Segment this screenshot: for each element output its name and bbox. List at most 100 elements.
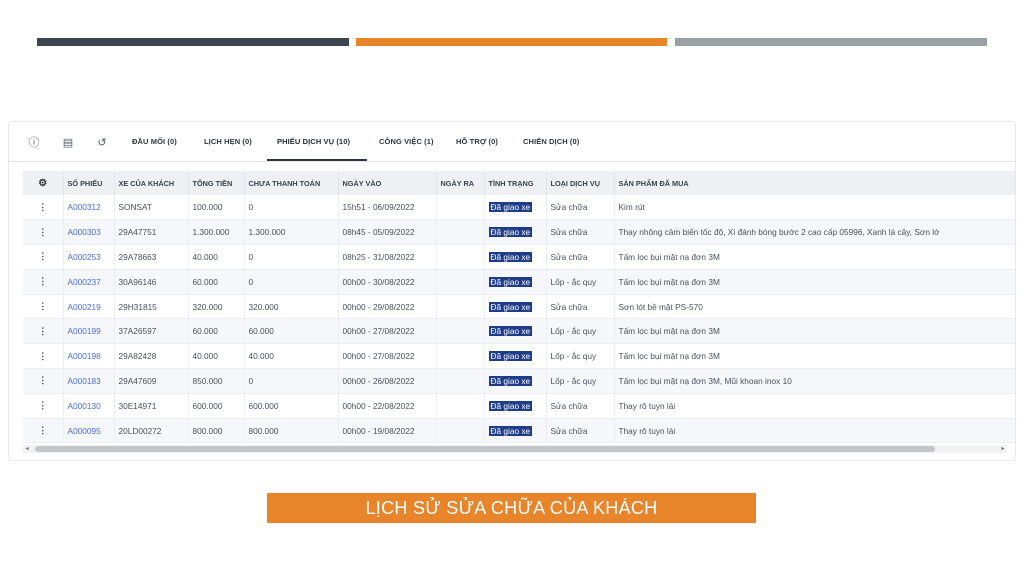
cell-service: Sửa chữa [546, 219, 615, 246]
cell-code[interactable]: A000303 [63, 219, 115, 246]
cell-status: Đã giao xe [484, 294, 547, 320]
cell-code[interactable]: A000312 [63, 195, 115, 221]
tab-dau-moi[interactable]: ĐẦU MỐI (0) [132, 137, 177, 146]
cell-date-in: 00h00 - 22/08/2022 [338, 393, 437, 419]
id-card-icon[interactable]: ▤ [61, 136, 75, 150]
table-row[interactable]: ⋮ A000199 37A26597 60.000 60.000 00h00 - 27/0… [23, 318, 1015, 345]
cell-total: 40.000 [188, 244, 245, 270]
cell-total: 1.300.000 [188, 219, 245, 246]
row-menu-icon[interactable]: ⋮ [23, 294, 64, 320]
cell-service: Lốp - ắc quy [546, 318, 615, 345]
cell-date-out [436, 368, 485, 394]
cell-total: 100.000 [188, 195, 245, 221]
row-menu-icon[interactable]: ⋮ [23, 418, 64, 444]
table-row[interactable]: ⋮ A000312 SONSAT 100.000 0 15h51 - 06/09/2022… [23, 195, 1015, 221]
column-header[interactable]: NGÀY VÀO [338, 171, 437, 195]
cell-products: Sơn lót bề mặt PS-570 [614, 294, 1015, 320]
row-menu-icon[interactable]: ⋮ [23, 244, 64, 270]
tab-bar: ⓘ ▤ ↺ ĐẦU MỐI (0) LỊCH HẸN (0) PHIẾU DỊC… [9, 122, 1015, 162]
cell-service: Lốp - ắc quy [546, 368, 615, 394]
gear-icon[interactable]: ⚙ [23, 171, 64, 195]
cell-code[interactable]: A000219 [63, 294, 115, 320]
cell-date-out [436, 393, 485, 419]
info-icon[interactable]: ⓘ [27, 136, 41, 150]
column-header[interactable]: XE CỦA KHÁCH [114, 171, 189, 195]
table-row[interactable]: ⋮ A000237 30A96146 60.000 0 00h00 - 30/08/202… [23, 269, 1015, 295]
cell-code[interactable]: A000183 [63, 368, 115, 394]
status-badge: Đã giao xe [488, 251, 533, 262]
cell-date-out [436, 343, 485, 370]
column-header[interactable]: SẢN PHẨM ĐÃ MUA [614, 171, 1015, 195]
column-header[interactable]: CHƯA THANH TOÁN [244, 171, 339, 195]
cell-total: 800.000 [188, 418, 245, 444]
cell-code[interactable]: A000199 [63, 318, 115, 345]
cell-status: Đã giao xe [484, 244, 547, 270]
cell-status: Đã giao xe [484, 195, 547, 221]
scroll-right-icon[interactable]: ▸ [999, 445, 1007, 453]
table-row[interactable]: ⋮ A000095 20LD00272 800.000 800.000 00h00 - 1… [23, 418, 1015, 444]
status-badge: Đã giao xe [488, 301, 533, 312]
scroll-thumb[interactable] [35, 446, 935, 452]
row-menu-icon[interactable]: ⋮ [23, 393, 64, 419]
cell-code[interactable]: A000253 [63, 244, 115, 270]
cell-code[interactable]: A000130 [63, 393, 115, 419]
row-menu-icon[interactable]: ⋮ [23, 318, 64, 345]
cell-date-out [436, 418, 485, 444]
cell-date-in: 00h00 - 27/08/2022 [338, 318, 437, 345]
history-icon[interactable]: ↺ [95, 136, 109, 150]
status-badge: Đã giao xe [488, 425, 533, 436]
cell-service: Lốp - ắc quy [546, 343, 615, 370]
decor-bar-gray [675, 38, 987, 46]
cell-date-out [436, 219, 485, 246]
scroll-left-icon[interactable]: ◂ [23, 445, 31, 453]
cell-date-in: 08h45 - 05/09/2022 [338, 219, 437, 246]
column-header[interactable]: SỐ PHIẾU [63, 171, 115, 195]
cell-service: Sửa chữa [546, 195, 615, 221]
cell-total: 320.000 [188, 294, 245, 320]
cell-date-out [436, 294, 485, 320]
tab-cong-viec[interactable]: CÔNG VIỆC (1) [379, 137, 434, 146]
column-header[interactable]: NGÀY RA [436, 171, 485, 195]
cell-date-in: 00h00 - 19/08/2022 [338, 418, 437, 444]
cell-products: Tấm lọc bụi mặt nạ đơn 3M, Mũi khoan ino… [614, 368, 1015, 394]
cell-code[interactable]: A000198 [63, 343, 115, 370]
cell-status: Đã giao xe [484, 393, 547, 419]
tab-ho-tro[interactable]: HỖ TRỢ (0) [456, 137, 498, 146]
cell-car: 29A47751 [114, 219, 189, 246]
row-menu-icon[interactable]: ⋮ [23, 269, 64, 295]
cell-car: 30E14971 [114, 393, 189, 419]
service-table: ⚙ SỐ PHIẾU XE CỦA KHÁCH TỔNG TIỀN CHƯA T… [23, 171, 1015, 444]
table-row[interactable]: ⋮ A000130 30E14971 600.000 600.000 00h00 - 22… [23, 393, 1015, 419]
row-menu-icon[interactable]: ⋮ [23, 343, 64, 370]
status-badge: Đã giao xe [488, 202, 533, 213]
row-menu-icon[interactable]: ⋮ [23, 368, 64, 394]
status-badge: Đã giao xe [488, 375, 533, 386]
cell-unpaid: 0 [244, 368, 339, 394]
cell-code[interactable]: A000237 [63, 269, 115, 295]
table-row[interactable]: ⋮ A000198 29A82428 40.000 40.000 00h00 - 27/0… [23, 343, 1015, 370]
cell-car: 37A26597 [114, 318, 189, 345]
table-row[interactable]: ⋮ A000183 29A47609 850.000 0 00h00 - 26/08/20… [23, 368, 1015, 394]
column-header[interactable]: TỔNG TIỀN [188, 171, 245, 195]
tab-phieu-dich-vu[interactable]: PHIẾU DỊCH VỤ (10) [277, 137, 350, 146]
cell-date-out [436, 318, 485, 345]
row-menu-icon[interactable]: ⋮ [23, 219, 64, 246]
cell-date-in: 15h51 - 06/09/2022 [338, 195, 437, 221]
horizontal-scrollbar[interactable]: ◂ ▸ [23, 445, 1007, 453]
cell-products: Tấm lọc bụi mặt nạ đơn 3M [614, 269, 1015, 295]
table-row[interactable]: ⋮ A000303 29A47751 1.300.000 1.300.000 08h45 … [23, 219, 1015, 246]
cell-total: 60.000 [188, 318, 245, 345]
row-menu-icon[interactable]: ⋮ [23, 195, 64, 221]
tab-chien-dich[interactable]: CHIẾN DỊCH (0) [523, 137, 579, 146]
tab-lich-hen[interactable]: LỊCH HẸN (0) [204, 137, 252, 146]
cell-products: Thay nhông cảm biến tốc độ, Xi đánh bóng… [614, 219, 1015, 246]
column-header[interactable]: TÌNH TRẠNG [484, 171, 547, 195]
column-header[interactable]: LOẠI DỊCH VỤ [546, 171, 615, 195]
cell-unpaid: 320.000 [244, 294, 339, 320]
cell-code[interactable]: A000095 [63, 418, 115, 444]
cell-unpaid: 0 [244, 269, 339, 295]
table-row[interactable]: ⋮ A000219 29H31815 320.000 320.000 00h00 - 29… [23, 294, 1015, 320]
table-row[interactable]: ⋮ A000253 29A78663 40.000 0 08h25 - 31/08/202… [23, 244, 1015, 270]
cell-service: Sửa chữa [546, 244, 615, 270]
cell-status: Đã giao xe [484, 418, 547, 444]
